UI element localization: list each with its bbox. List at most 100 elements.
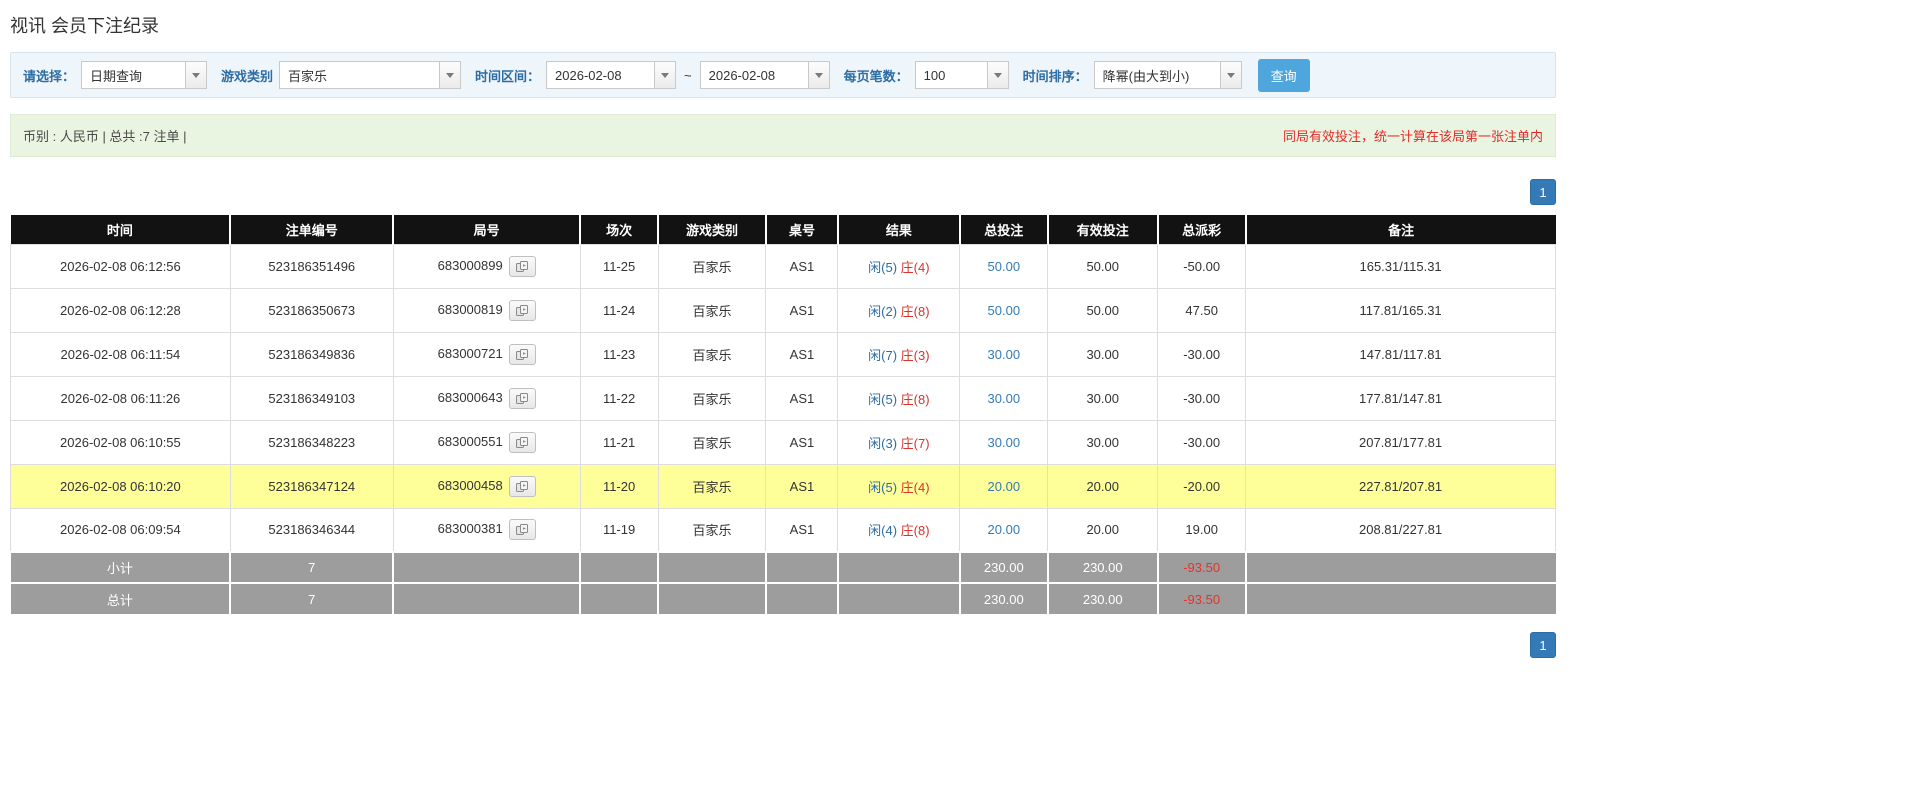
sort-order-combobox <box>1094 61 1242 89</box>
result-player: 闲(5) <box>868 392 897 407</box>
cell-valid-bet: 30.00 <box>1048 332 1158 376</box>
date-from-input[interactable] <box>546 61 654 89</box>
replay-video-button[interactable] <box>509 476 536 497</box>
search-button[interactable]: 查询 <box>1258 59 1310 92</box>
query-type-combobox <box>81 61 207 89</box>
page-1-button[interactable]: 1 <box>1530 179 1556 205</box>
result-banker: 庄(7) <box>901 436 930 451</box>
page-title: 视讯 会员下注纪录 <box>10 12 1556 38</box>
total-bet-link[interactable]: 20.00 <box>988 479 1021 494</box>
page-1-button[interactable]: 1 <box>1530 632 1556 658</box>
sort-order-dropdown-button[interactable] <box>1220 61 1242 89</box>
total-bet-link[interactable]: 30.00 <box>988 391 1021 406</box>
video-replay-icon <box>516 524 529 535</box>
sort-order-input[interactable] <box>1094 61 1220 89</box>
video-replay-icon <box>516 305 529 316</box>
result-player: 闲(3) <box>868 436 897 451</box>
total-bet-link[interactable]: 30.00 <box>988 347 1021 362</box>
date-from-dropdown-button[interactable] <box>654 61 676 89</box>
cell-session: 11-23 <box>580 332 658 376</box>
cell-time: 2026-02-08 06:10:55 <box>11 420 231 464</box>
total-bet-link[interactable]: 50.00 <box>988 259 1021 274</box>
page-size-input[interactable] <box>915 61 987 89</box>
header-bet-id: 注单编号 <box>230 215 393 244</box>
game-type-input[interactable] <box>279 61 439 89</box>
total-bet-link[interactable]: 50.00 <box>988 303 1021 318</box>
cell-total-bet: 50.00 <box>960 244 1048 288</box>
cell-valid-bet: 30.00 <box>1048 376 1158 420</box>
cell-total-bet: 20.00 <box>960 508 1048 552</box>
subtotal-payout: -93.50 <box>1158 552 1246 583</box>
summary-bar: 币别 : 人民币 | 总共 :7 注单 | 同局有效投注，统一计算在该局第一张注… <box>10 114 1556 157</box>
chevron-down-icon <box>661 73 669 78</box>
result-banker: 庄(8) <box>901 523 930 538</box>
page-size-dropdown-button[interactable] <box>987 61 1009 89</box>
cell-table-no: AS1 <box>766 244 838 288</box>
page-container: 视讯 会员下注纪录 请选择： 游戏类别 时间区间： ~ 每页笔数： 时间排序： <box>10 0 1556 658</box>
cell-bet-id: 523186350673 <box>230 288 393 332</box>
cell-table-no: AS1 <box>766 420 838 464</box>
replay-video-button[interactable] <box>509 300 536 321</box>
page-size-combobox <box>915 61 1009 89</box>
replay-video-button[interactable] <box>509 256 536 277</box>
table-row: 2026-02-08 06:10:55 523186348223 6830005… <box>11 420 1556 464</box>
video-replay-icon <box>516 349 529 360</box>
currency-total-text: 币别 : 人民币 | 总共 :7 注单 | <box>23 126 187 145</box>
pagination-top: 1 <box>10 179 1556 205</box>
cell-session: 11-25 <box>580 244 658 288</box>
round-number: 683000381 <box>438 521 503 536</box>
cell-note: 165.31/115.31 <box>1246 244 1556 288</box>
cell-time: 2026-02-08 06:11:26 <box>11 376 231 420</box>
chevron-down-icon <box>446 73 454 78</box>
total-bet-link[interactable]: 30.00 <box>988 435 1021 450</box>
replay-video-button[interactable] <box>509 519 536 540</box>
cell-bet-id: 523186349103 <box>230 376 393 420</box>
round-number: 683000819 <box>438 301 503 316</box>
cell-round: 683000721 <box>393 332 580 376</box>
date-to-dropdown-button[interactable] <box>808 61 830 89</box>
cell-game-type: 百家乐 <box>658 420 766 464</box>
cell-table-no: AS1 <box>766 464 838 508</box>
header-game-type: 游戏类别 <box>658 215 766 244</box>
cell-valid-bet: 50.00 <box>1048 288 1158 332</box>
select-type-label: 请选择： <box>23 66 75 85</box>
cell-session: 11-20 <box>580 464 658 508</box>
grand-total-valid-bet: 230.00 <box>1048 583 1158 614</box>
replay-video-button[interactable] <box>509 432 536 453</box>
cell-note: 208.81/227.81 <box>1246 508 1556 552</box>
replay-video-button[interactable] <box>509 344 536 365</box>
cell-note: 207.81/177.81 <box>1246 420 1556 464</box>
cell-payout: -30.00 <box>1158 376 1246 420</box>
chevron-down-icon <box>815 73 823 78</box>
cell-table-no: AS1 <box>766 288 838 332</box>
total-bet-link[interactable]: 20.00 <box>988 522 1021 537</box>
cell-payout: -20.00 <box>1158 464 1246 508</box>
replay-video-button[interactable] <box>509 388 536 409</box>
header-valid-bet: 有效投注 <box>1048 215 1158 244</box>
cell-note: 117.81/165.31 <box>1246 288 1556 332</box>
cell-bet-id: 523186347124 <box>230 464 393 508</box>
cell-result: 闲(5) 庄(4) <box>838 464 960 508</box>
cell-round: 683000819 <box>393 288 580 332</box>
cell-round: 683000458 <box>393 464 580 508</box>
header-table-no: 桌号 <box>766 215 838 244</box>
query-type-dropdown-button[interactable] <box>185 61 207 89</box>
table-row: 2026-02-08 06:12:28 523186350673 6830008… <box>11 288 1556 332</box>
cell-valid-bet: 20.00 <box>1048 508 1158 552</box>
cell-session: 11-24 <box>580 288 658 332</box>
date-range-separator: ~ <box>684 68 692 83</box>
result-player: 闲(7) <box>868 348 897 363</box>
game-type-label: 游戏类别 <box>221 66 273 85</box>
table-row: 2026-02-08 06:09:54 523186346344 6830003… <box>11 508 1556 552</box>
cell-note: 177.81/147.81 <box>1246 376 1556 420</box>
table-row: 2026-02-08 06:11:54 523186349836 6830007… <box>11 332 1556 376</box>
pagination-bottom: 1 <box>10 632 1556 658</box>
game-type-dropdown-button[interactable] <box>439 61 461 89</box>
table-header: 时间 注单编号 局号 场次 游戏类别 桌号 结果 总投注 有效投注 总派彩 备注 <box>11 215 1556 244</box>
query-type-input[interactable] <box>81 61 185 89</box>
result-banker: 庄(8) <box>901 304 930 319</box>
date-to-input[interactable] <box>700 61 808 89</box>
cell-result: 闲(7) 庄(3) <box>838 332 960 376</box>
header-note: 备注 <box>1246 215 1556 244</box>
cell-payout: -30.00 <box>1158 332 1246 376</box>
